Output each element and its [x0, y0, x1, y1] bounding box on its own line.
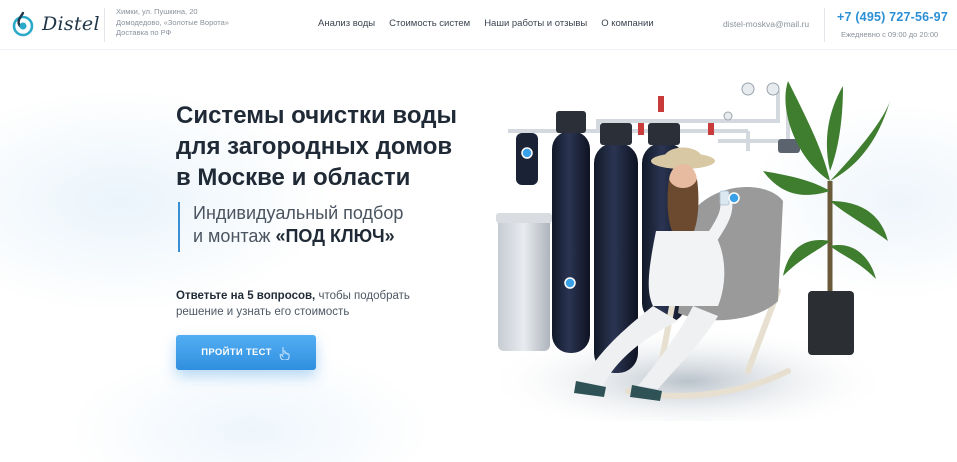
subtitle-accent: «ПОД КЛЮЧ» [275, 226, 395, 246]
hero-illustration [483, 81, 893, 421]
salt-tank-lid [496, 213, 552, 223]
email-link[interactable]: distel-moskva@mail.ru [723, 19, 809, 29]
take-test-button[interactable]: ПРОЙТИ ТЕСТ [176, 335, 316, 370]
nav-system-cost[interactable]: Стоимость систем [389, 18, 470, 29]
address-line: Химки, ул. Пушкина, 20 [116, 7, 198, 16]
lead-line: решение и узнать его стоимость [176, 306, 350, 318]
header-divider [104, 8, 105, 42]
subtitle-line: Индивидуальный подбор [193, 203, 404, 223]
hero-title-line: в Москве и области [176, 164, 411, 191]
nav-water-analysis[interactable]: Анализ воды [318, 18, 375, 29]
subtitle-line: и монтаж «ПОД КЛЮЧ» [193, 225, 403, 248]
lead-line: Ответьте на 5 вопросов, чтобы подобрать [176, 288, 436, 304]
address-line: Домодедово, «Золотые Ворота» [116, 17, 229, 27]
nav-works-reviews[interactable]: Наши работы и отзывы [484, 18, 587, 29]
take-test-label: ПРОЙТИ ТЕСТ [201, 347, 272, 358]
salt-tank [498, 217, 550, 351]
subtitle-prefix: и монтаж [193, 226, 276, 246]
address-line: Доставка по РФ [116, 28, 172, 37]
info-hotspot [564, 277, 576, 289]
hero-title-line: Системы очистки воды [176, 102, 457, 129]
address-block: Химки, ул. Пушкина, 20 Домодедово, «Золо… [116, 7, 229, 39]
header-divider [824, 8, 825, 42]
info-hotspot [521, 147, 533, 159]
lead-rest: чтобы подобрать [315, 290, 410, 302]
phone-link[interactable]: +7 (495) 727-56-97 [837, 10, 948, 24]
gauges [723, 82, 780, 121]
hero-title: Системы очистки воды для загородных домо… [176, 100, 496, 193]
hero-subtitle: Индивидуальный подбор и монтаж «ПОД КЛЮЧ… [178, 202, 403, 252]
logo[interactable]: Distel [10, 10, 100, 38]
info-hotspot [728, 192, 740, 204]
main-nav: Анализ воды Стоимость систем Наши работы… [318, 18, 668, 29]
logo-text: Distel [42, 13, 100, 35]
pointer-hand-icon [279, 346, 290, 360]
hero-lead: Ответьте на 5 вопросов, чтобы подобрать … [176, 288, 436, 320]
site-header: Distel Химки, ул. Пушкина, 20 Домодедово… [0, 0, 957, 50]
lead-strong: Ответьте на 5 вопросов, [176, 290, 316, 302]
nav-about[interactable]: О компании [601, 18, 653, 29]
working-hours: Ежедневно с 09:00 до 20:00 [841, 30, 939, 39]
logo-mark-icon [12, 11, 34, 37]
pre-filter [516, 133, 538, 185]
hero-title-line: для загородных домов [176, 133, 453, 160]
